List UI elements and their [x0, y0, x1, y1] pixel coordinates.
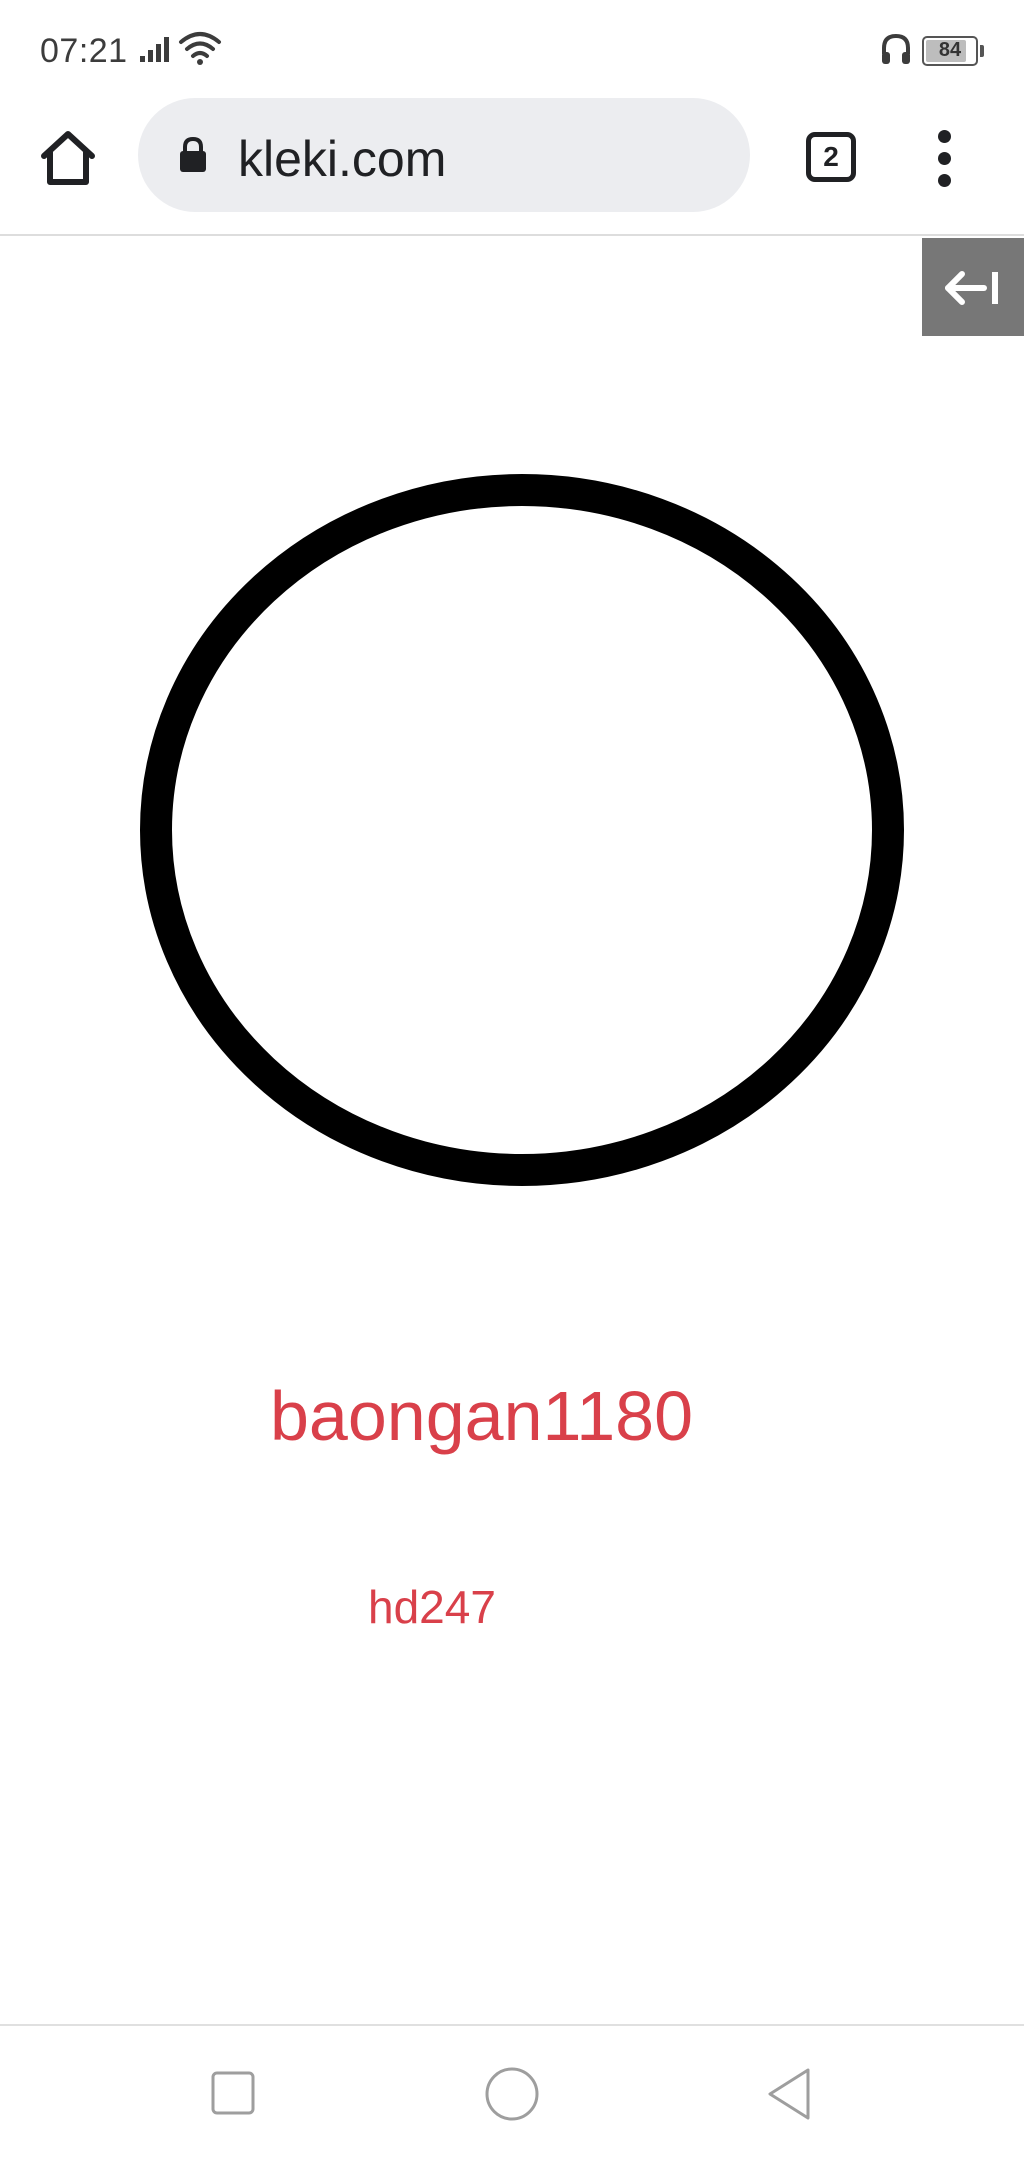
menu-dot — [938, 130, 951, 143]
collapse-arrow-icon — [944, 268, 1002, 313]
canvas-text-username: baongan1180 — [270, 1377, 694, 1455]
menu-button[interactable] — [930, 126, 960, 190]
collapse-toolbar-button[interactable] — [922, 238, 1024, 336]
system-nav-bar — [0, 2024, 1024, 2162]
url-text: kleki.com — [238, 131, 447, 187]
phone-screen: 07:21 84 kleki.com 2 baongan1180 hd247 — [0, 0, 1024, 2162]
url-bar[interactable]: kleki.com — [138, 98, 750, 212]
browser-toolbar: kleki.com 2 — [0, 96, 1024, 236]
drawing-canvas[interactable]: baongan1180 hd247 — [0, 238, 1024, 2024]
recents-icon[interactable] — [210, 2070, 256, 2121]
status-bar: 07:21 84 — [0, 0, 1024, 96]
status-time: 07:21 — [40, 32, 128, 70]
home-icon — [41, 131, 95, 185]
canvas-text-tag: hd247 — [368, 1581, 496, 1633]
back-triangle-icon[interactable] — [764, 2066, 814, 2127]
home-circle-icon[interactable] — [484, 2066, 540, 2127]
menu-dot — [938, 174, 951, 187]
battery-tip — [980, 45, 984, 57]
battery-level: 84 — [938, 39, 962, 61]
tabs-button[interactable]: 2 — [806, 132, 856, 182]
battery-icon: 84 — [922, 36, 978, 66]
drawn-circle — [140, 474, 904, 1186]
menu-dot — [938, 152, 951, 165]
signal-icon — [138, 34, 174, 69]
wifi-icon — [178, 30, 222, 71]
home-button[interactable] — [36, 126, 100, 190]
headphone-icon — [880, 32, 912, 71]
tab-count: 2 — [823, 141, 839, 172]
lock-icon — [178, 136, 208, 179]
